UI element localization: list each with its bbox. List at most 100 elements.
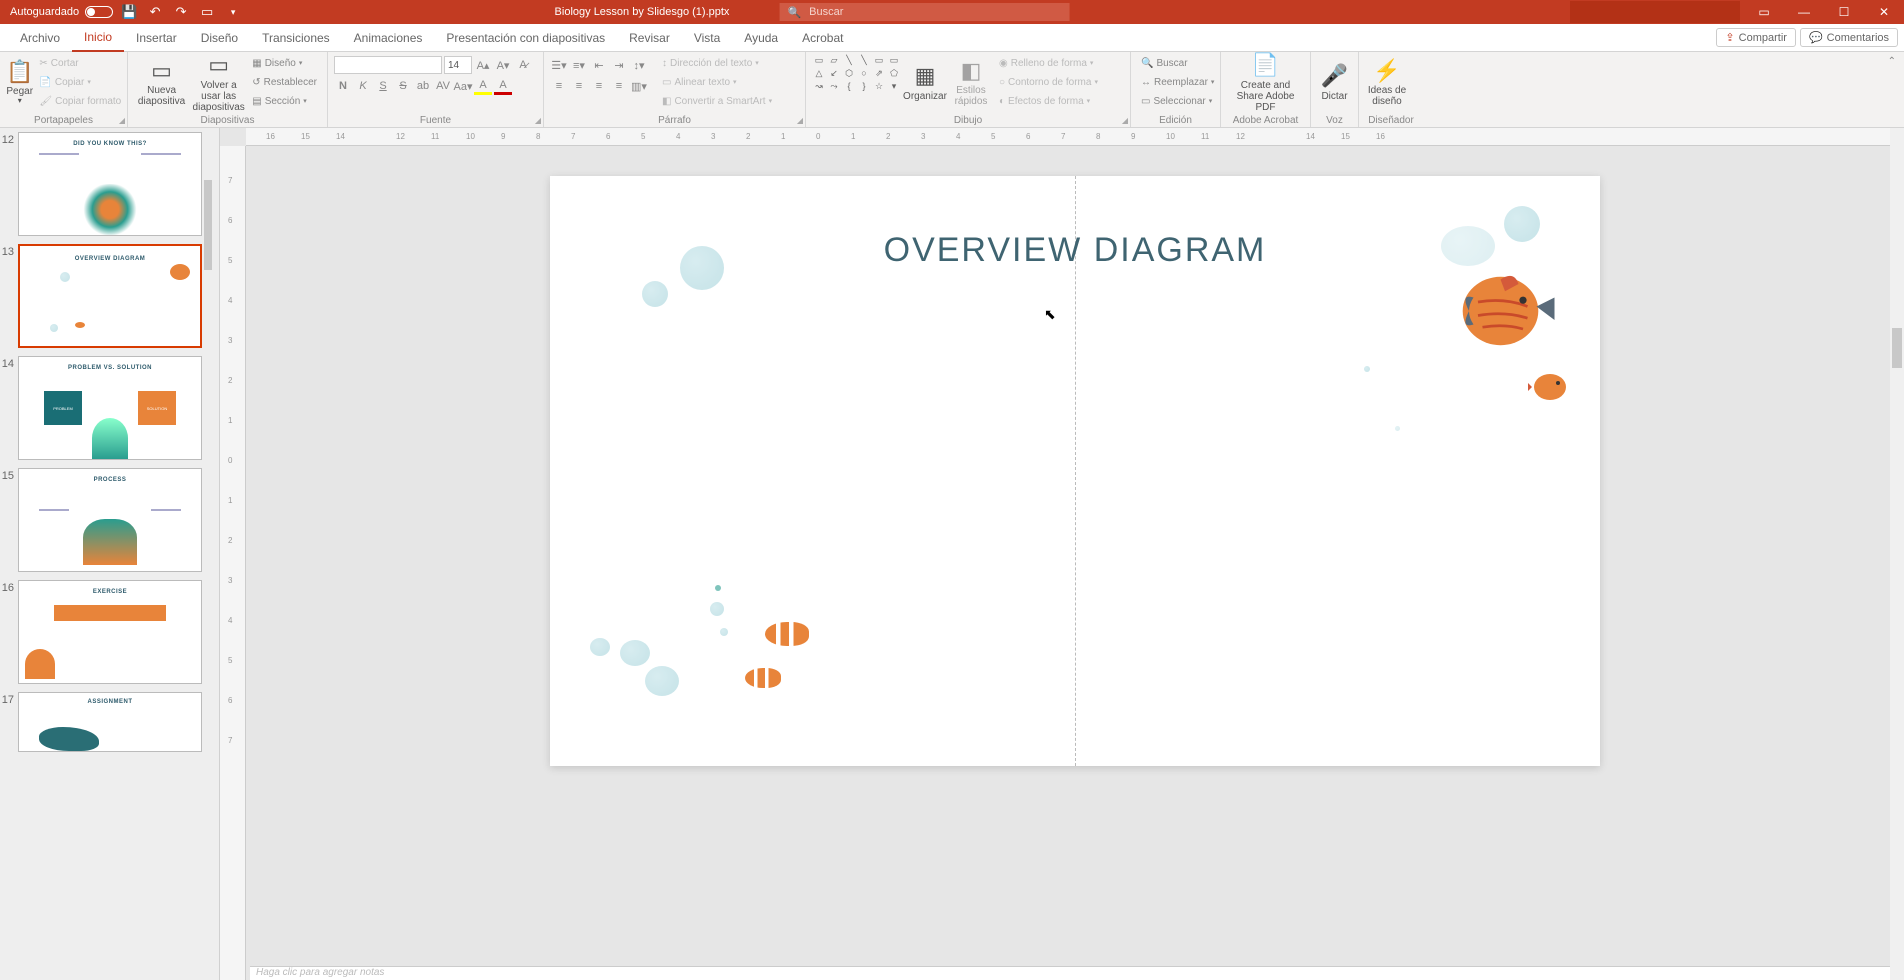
align-right-button[interactable]: ≡ <box>590 77 608 95</box>
search-box[interactable]: 🔍 Buscar <box>779 3 1069 21</box>
undo-qat-button[interactable]: ↶ <box>145 2 165 22</box>
vertical-ruler[interactable]: 7 6 5 4 3 2 1 0 1 2 3 4 5 6 7 <box>220 146 246 980</box>
smartart-button[interactable]: ◧Convertir a SmartArt▾ <box>658 92 776 110</box>
arrange-button[interactable]: ▦ Organizar <box>903 54 947 112</box>
indent-dec-button[interactable]: ⇤ <box>590 56 608 74</box>
thumb-12[interactable]: 12 DID YOU KNOW THIS? <box>0 132 215 236</box>
group-diapositivas: ▭ Nueva diapositiva ▭ Volver a usar las … <box>128 52 328 127</box>
find-button[interactable]: 🔍Buscar <box>1137 54 1218 72</box>
italic-button[interactable]: K <box>354 77 372 95</box>
text-direction-button[interactable]: ↕Dirección del texto▾ <box>658 54 776 72</box>
clear-format-button[interactable]: A̷ <box>514 56 532 74</box>
shadow-button[interactable]: ab <box>414 77 432 95</box>
mic-icon: 🎤 <box>1321 64 1348 88</box>
paste-button[interactable]: 📋 Pegar ▾ <box>6 54 33 112</box>
quick-styles-button[interactable]: ◧ Estilos rápidos <box>949 54 993 112</box>
pdf-icon: 📄 <box>1252 53 1279 77</box>
tab-insertar[interactable]: Insertar <box>124 24 189 52</box>
ribbon-display-options[interactable]: ▭ <box>1744 0 1784 24</box>
redo-qat-button[interactable]: ↷ <box>171 2 191 22</box>
tab-archivo[interactable]: Archivo <box>8 24 72 52</box>
strike-button[interactable]: S <box>394 77 412 95</box>
portapapeles-launcher[interactable]: ◢ <box>119 116 125 125</box>
share-button[interactable]: ⇪Compartir <box>1716 28 1796 47</box>
bullets-button[interactable]: ☰▾ <box>550 56 568 74</box>
thumb-14[interactable]: 14 PROBLEM VS. SOLUTION PROBLEM SOLUTION <box>0 356 215 460</box>
collapse-ribbon-button[interactable]: ⌃ <box>1880 52 1904 127</box>
close-button[interactable]: ✕ <box>1864 0 1904 24</box>
tab-diseno[interactable]: Diseño <box>189 24 250 52</box>
qat-dropdown[interactable]: ▾ <box>223 2 243 22</box>
tab-acrobat[interactable]: Acrobat <box>790 24 855 52</box>
align-center-button[interactable]: ≡ <box>570 77 588 95</box>
bubble-decoration <box>710 602 724 616</box>
shape-outline-button[interactable]: ○Contorno de forma▾ <box>995 73 1102 91</box>
slide-canvas[interactable]: OVERVIEW DIAGRAM <box>550 176 1600 766</box>
thumb-16[interactable]: 16 EXERCISE <box>0 580 215 684</box>
font-family-input[interactable] <box>334 56 442 74</box>
spacing-button[interactable]: AV <box>434 77 452 95</box>
shape-effects-button[interactable]: ◐Efectos de forma▾ <box>995 92 1102 110</box>
group-parrafo: ☰▾ ≡▾ ⇤ ⇥ ↕▾ ≡ ≡ ≡ ≡ ▥▾ ↕Dirección del t… <box>544 52 806 127</box>
parrafo-launcher[interactable]: ◢ <box>797 116 803 125</box>
justify-button[interactable]: ≡ <box>610 77 628 95</box>
thumbs-scrollbar[interactable] <box>204 128 214 980</box>
thumb-17[interactable]: 17 ASSIGNMENT <box>0 692 215 752</box>
account-area[interactable] <box>1570 1 1740 23</box>
autosave-toggle[interactable] <box>85 6 113 18</box>
tab-animaciones[interactable]: Animaciones <box>342 24 435 52</box>
section-button[interactable]: ▤Sección▾ <box>248 92 321 110</box>
dictate-button[interactable]: 🎤 Dictar <box>1317 54 1352 112</box>
copy-button[interactable]: 📄Copiar▾ <box>35 73 125 91</box>
format-painter-button[interactable]: 🖌Copiar formato <box>35 92 125 110</box>
arrange-icon: ▦ <box>915 64 936 88</box>
tab-vista[interactable]: Vista <box>682 24 732 52</box>
line-spacing-button[interactable]: ↕▾ <box>630 56 648 74</box>
horizontal-ruler[interactable]: 161514 121110 987 654 321 0 123 456 789 … <box>246 128 1904 146</box>
font-color-button[interactable]: A <box>494 77 512 95</box>
thumb-13[interactable]: 13 OVERVIEW DIAGRAM <box>0 244 215 348</box>
select-button[interactable]: ▭Seleccionar▾ <box>1137 92 1218 110</box>
tab-transiciones[interactable]: Transiciones <box>250 24 342 52</box>
underline-button[interactable]: S <box>374 77 392 95</box>
indent-inc-button[interactable]: ⇥ <box>610 56 628 74</box>
highlight-button[interactable]: A <box>474 77 492 95</box>
columns-button[interactable]: ▥▾ <box>630 77 648 95</box>
dibujo-launcher[interactable]: ◢ <box>1122 116 1128 125</box>
font-size-input[interactable] <box>444 56 472 74</box>
increase-font-button[interactable]: A▴ <box>474 56 492 74</box>
tab-revisar[interactable]: Revisar <box>617 24 682 52</box>
align-left-button[interactable]: ≡ <box>550 77 568 95</box>
new-slide-button[interactable]: ▭ Nueva diapositiva <box>134 54 189 112</box>
decrease-font-button[interactable]: A▾ <box>494 56 512 74</box>
canvas-area[interactable]: OVERVIEW DIAGRAM <box>246 146 1904 980</box>
cut-button[interactable]: ✂Cortar <box>35 54 125 72</box>
slide-title-text[interactable]: OVERVIEW DIAGRAM <box>884 231 1267 270</box>
minimize-button[interactable]: — <box>1784 0 1824 24</box>
layout-button[interactable]: ▦Diseño▾ <box>248 54 321 72</box>
adobe-pdf-button[interactable]: 📄 Create and Share Adobe PDF <box>1227 54 1304 112</box>
reset-button[interactable]: ↺Restablecer <box>248 73 321 91</box>
numbering-button[interactable]: ≡▾ <box>570 56 588 74</box>
maximize-button[interactable]: ☐ <box>1824 0 1864 24</box>
shape-fill-button[interactable]: ◉Relleno de forma▾ <box>995 54 1102 72</box>
clownfish-illustration <box>765 622 809 646</box>
design-ideas-button[interactable]: ⚡ Ideas de diseño <box>1365 54 1409 112</box>
bubble-decoration <box>590 638 610 656</box>
slide-thumbnails-panel[interactable]: 12 DID YOU KNOW THIS? 13 OVERVIEW DIAGRA… <box>0 128 220 980</box>
shapes-gallery[interactable]: ▭▱╲╲▭▭ △↙⬡○⇗⬠ ↝⤳{}☆▾ <box>812 54 901 92</box>
editor-scrollbar[interactable] <box>1890 128 1904 980</box>
notes-pane[interactable]: Haga clic para agregar notas <box>250 966 1904 980</box>
tab-presentacion[interactable]: Presentación con diapositivas <box>434 24 617 52</box>
save-qat-button[interactable]: 💾 <box>119 2 139 22</box>
fuente-launcher[interactable]: ◢ <box>535 116 541 125</box>
tab-ayuda[interactable]: Ayuda <box>732 24 790 52</box>
case-button[interactable]: Aa▾ <box>454 77 472 95</box>
replace-button[interactable]: ↔Reemplazar▾ <box>1137 73 1218 91</box>
comments-button[interactable]: 💬Comentarios <box>1800 28 1898 47</box>
bold-button[interactable]: N <box>334 77 352 95</box>
thumb-15[interactable]: 15 PROCESS <box>0 468 215 572</box>
reuse-slides-button[interactable]: ▭ Volver a usar las diapositivas <box>191 54 246 112</box>
tab-inicio[interactable]: Inicio <box>72 24 124 52</box>
align-text-button[interactable]: ▭Alinear texto▾ <box>658 73 776 91</box>
